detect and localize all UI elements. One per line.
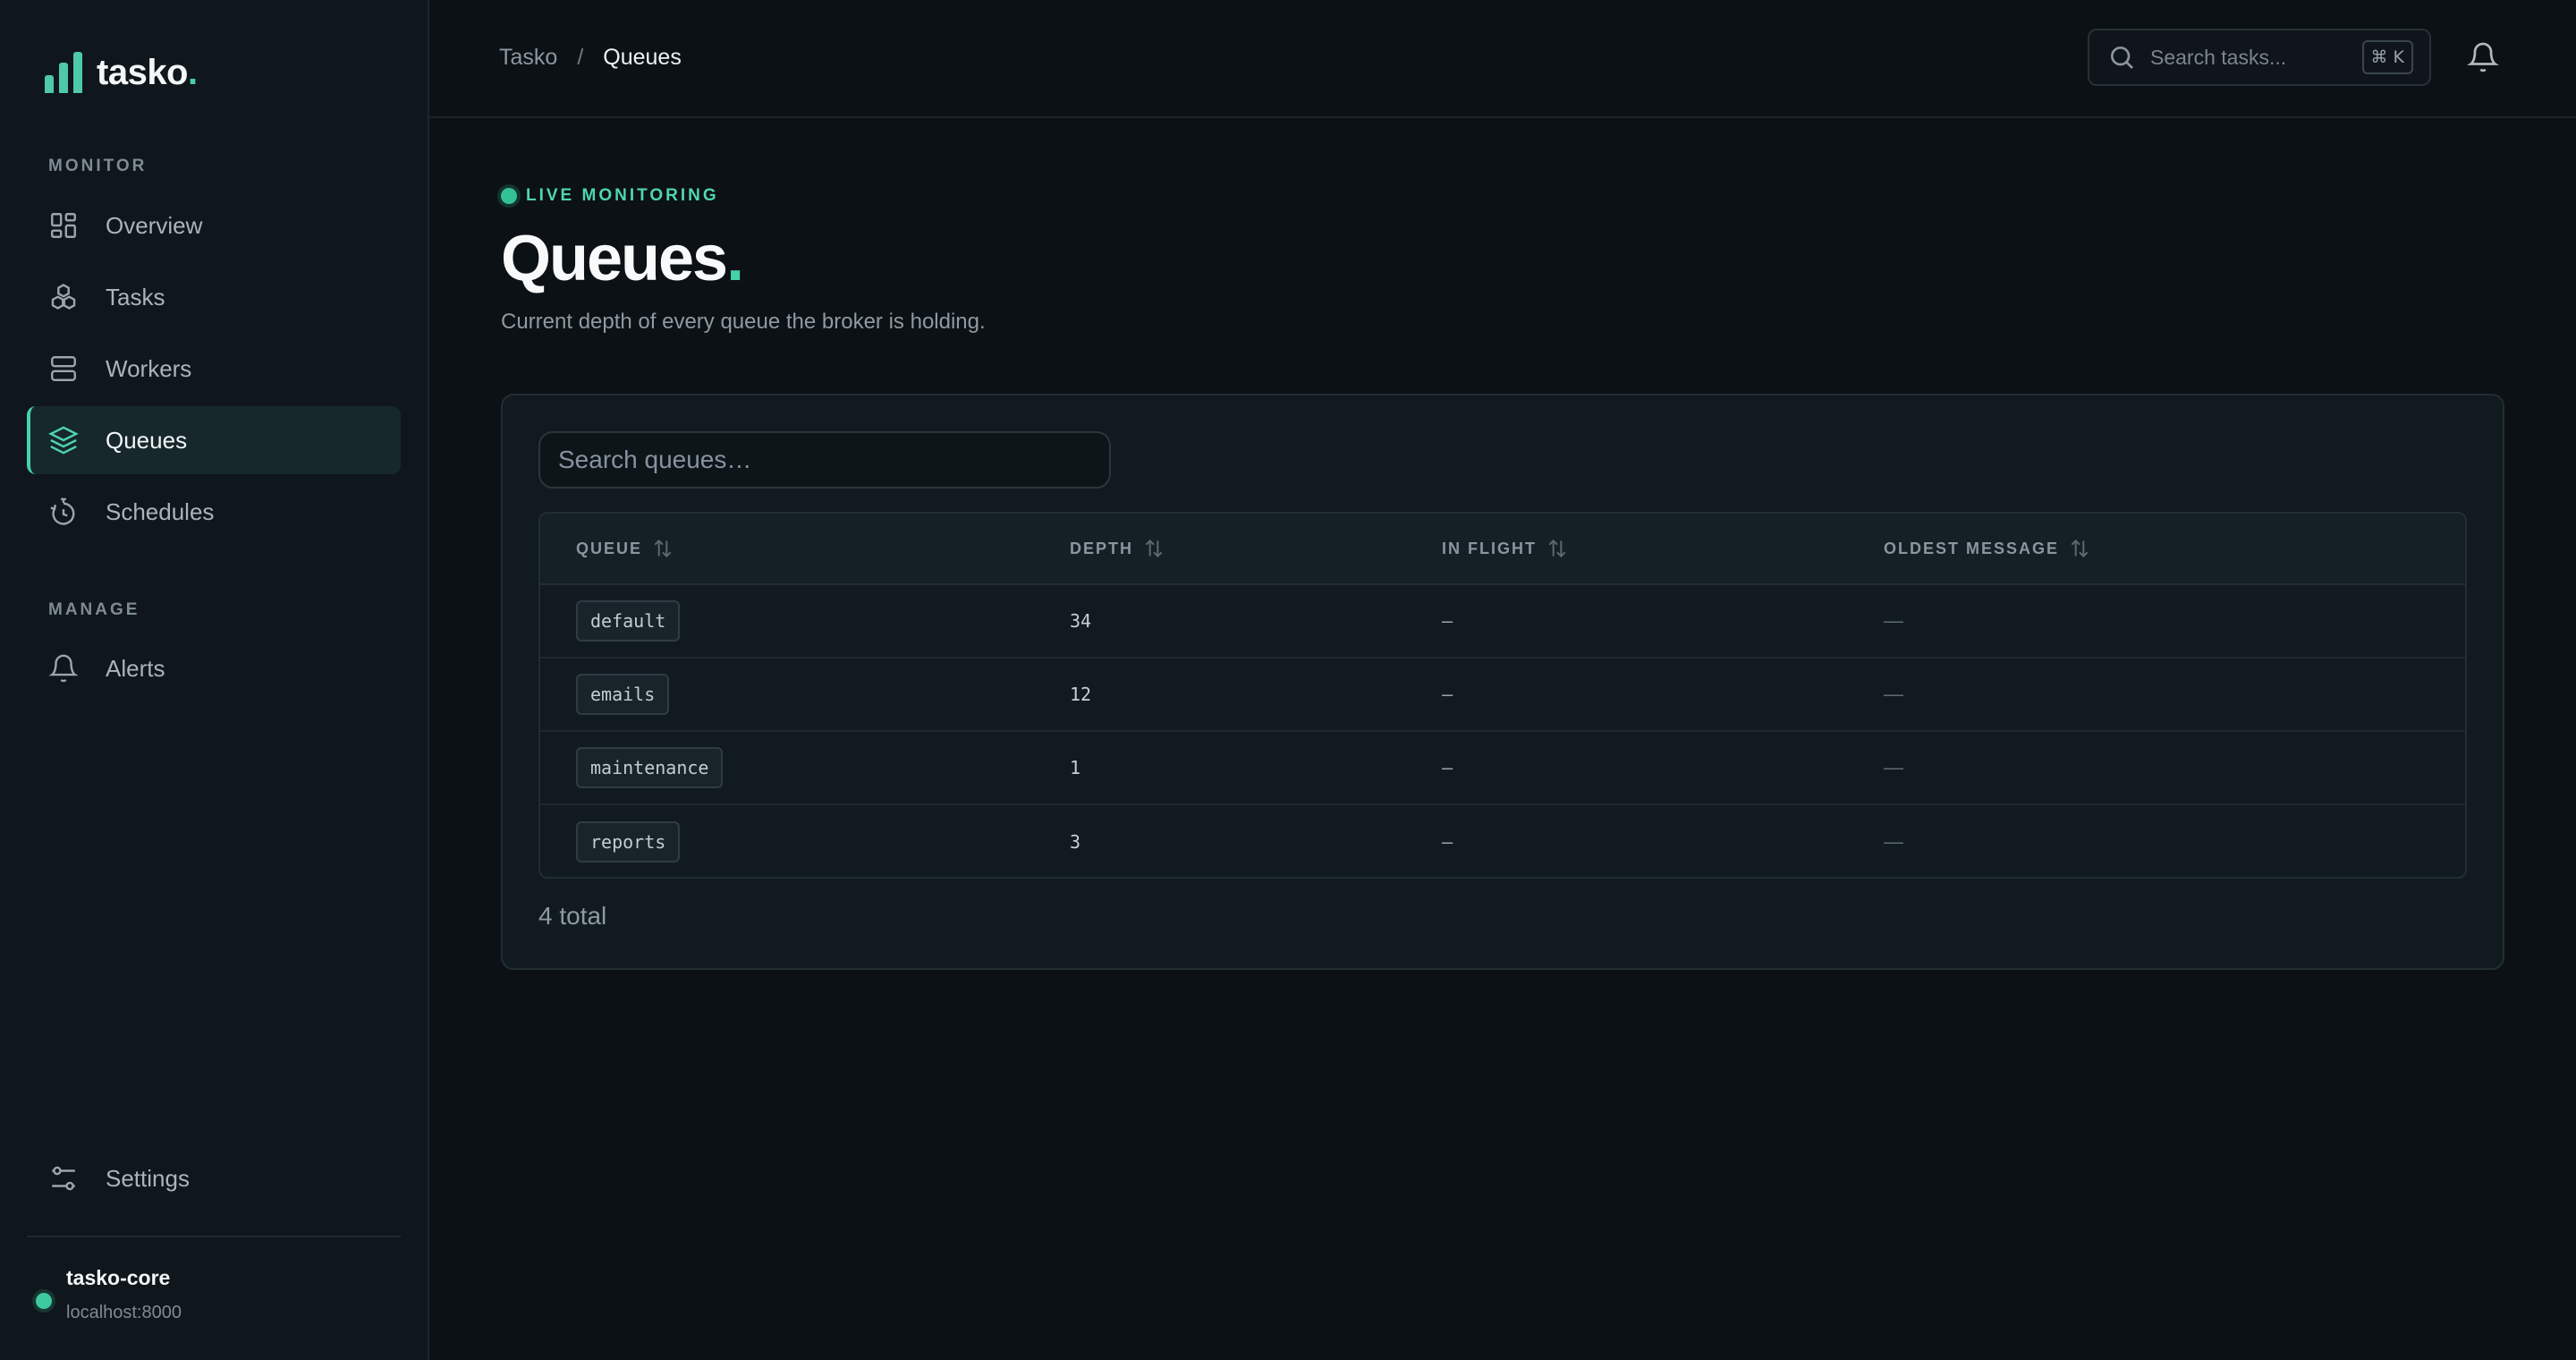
search-shortcut-badge: ⌘ K xyxy=(2361,40,2413,74)
queue-oldest-message: — xyxy=(1884,683,1903,705)
nav-section-manage: MANAGE xyxy=(48,600,140,619)
sidebar-item-queues[interactable]: Queues xyxy=(27,406,401,474)
logo-bars-icon xyxy=(45,52,82,93)
column-header-depth[interactable]: DEPTH xyxy=(1070,537,1165,560)
queue-oldest-message: — xyxy=(1884,756,1903,778)
queue-depth: 3 xyxy=(1070,831,1081,853)
server-host: localhost:8000 xyxy=(66,1303,182,1322)
sidebar-item-tasks[interactable]: Tasks xyxy=(27,263,401,331)
live-monitoring-indicator: LIVE MONITORING xyxy=(501,186,719,206)
column-label: QUEUE xyxy=(576,539,643,557)
nav-section-monitor: MONITOR xyxy=(48,157,148,175)
live-monitoring-label: LIVE MONITORING xyxy=(526,186,719,205)
sidebar-item-workers[interactable]: Workers xyxy=(27,335,401,403)
queue-search-input[interactable] xyxy=(538,431,1111,489)
queue-oldest-message: — xyxy=(1884,609,1903,632)
column-header-oldest-message[interactable]: OLDEST MESSAGE xyxy=(1884,537,2091,560)
sidebar-item-label: Queues xyxy=(106,426,188,454)
column-label: IN FLIGHT xyxy=(1442,539,1537,557)
breadcrumb-current: Queues xyxy=(603,45,682,70)
bell-icon xyxy=(2467,42,2499,72)
column-label: OLDEST MESSAGE xyxy=(1884,539,2060,557)
sidebar-item-label: Alerts xyxy=(106,654,165,682)
sort-icon xyxy=(654,539,672,558)
topbar: Tasko / Queues Search tasks... ⌘ K xyxy=(429,0,2576,118)
sidebar-item-label: Settings xyxy=(106,1164,190,1192)
sort-icon xyxy=(2071,539,2089,558)
sidebar-item-label: Overview xyxy=(106,211,203,239)
cubes-icon xyxy=(48,282,79,312)
server-status[interactable]: tasko-core localhost:8000 xyxy=(36,1266,182,1323)
queue-oldest-message: — xyxy=(1884,830,1903,853)
layers-icon xyxy=(48,425,79,455)
timer-icon xyxy=(48,497,79,527)
queues-card: QUEUE DEPTH IN FLIGHT OLDEST MESSAG xyxy=(501,394,2504,970)
queues-table: QUEUE DEPTH IN FLIGHT OLDEST MESSAGE def… xyxy=(538,512,2467,879)
queue-in-flight: – xyxy=(1442,830,1453,853)
column-header-queue[interactable]: QUEUE xyxy=(576,537,674,560)
sidebar-item-settings[interactable]: Settings xyxy=(27,1144,401,1212)
queue-name-tag[interactable]: emails xyxy=(576,674,670,715)
breadcrumb-root[interactable]: Tasko xyxy=(499,45,557,71)
breadcrumb-separator: / xyxy=(577,45,584,70)
table-row[interactable]: emails 12 – — xyxy=(540,659,2465,732)
main-area: Tasko / Queues Search tasks... ⌘ K LIVE … xyxy=(429,0,2576,1360)
queue-in-flight: – xyxy=(1442,756,1453,778)
brand-name: tasko. xyxy=(97,52,198,92)
queue-in-flight: – xyxy=(1442,609,1453,632)
notifications-button[interactable] xyxy=(2465,39,2501,75)
table-header: QUEUE DEPTH IN FLIGHT OLDEST MESSAGE xyxy=(540,514,2465,585)
brand-logo[interactable]: tasko. xyxy=(45,52,198,93)
page-subtitle: Current depth of every queue the broker … xyxy=(501,310,986,334)
sidebar: tasko. MONITOR Overview Tasks Workers Qu… xyxy=(0,0,429,1360)
table-row[interactable]: reports 3 – — xyxy=(540,805,2465,877)
queue-name-tag[interactable]: default xyxy=(576,600,681,642)
queue-depth: 34 xyxy=(1070,610,1092,632)
sort-icon xyxy=(1548,539,1566,558)
bell-icon xyxy=(48,653,79,684)
sidebar-item-alerts[interactable]: Alerts xyxy=(27,634,401,702)
total-count: 4 total xyxy=(538,902,607,930)
sort-icon xyxy=(1145,539,1163,558)
global-search[interactable]: Search tasks... ⌘ K xyxy=(2088,29,2431,86)
grid-icon xyxy=(48,210,79,241)
queue-depth: 12 xyxy=(1070,684,1092,705)
breadcrumb: Tasko / Queues xyxy=(499,45,682,71)
sidebar-item-overview[interactable]: Overview xyxy=(27,191,401,259)
queue-name-tag[interactable]: maintenance xyxy=(576,747,724,788)
table-row[interactable]: default 34 – — xyxy=(540,585,2465,659)
queue-in-flight: – xyxy=(1442,683,1453,705)
sidebar-item-label: Schedules xyxy=(106,497,215,525)
sidebar-item-label: Workers xyxy=(106,354,192,382)
page-title: Queues. xyxy=(501,223,744,294)
queue-name-tag[interactable]: reports xyxy=(576,821,681,863)
search-icon xyxy=(2111,47,2133,69)
queue-depth: 1 xyxy=(1070,757,1081,778)
sidebar-divider xyxy=(27,1236,401,1237)
server-name: tasko-core xyxy=(66,1266,171,1289)
column-label: DEPTH xyxy=(1070,539,1134,557)
sliders-icon xyxy=(48,1163,79,1194)
live-status-dot xyxy=(501,188,517,204)
sidebar-item-label: Tasks xyxy=(106,283,165,310)
global-search-placeholder: Search tasks... xyxy=(2150,45,2287,69)
server-icon xyxy=(48,353,79,384)
sidebar-item-schedules[interactable]: Schedules xyxy=(27,478,401,546)
column-header-in-flight[interactable]: IN FLIGHT xyxy=(1442,537,1569,560)
server-status-dot xyxy=(36,1293,52,1309)
table-row[interactable]: maintenance 1 – — xyxy=(540,732,2465,805)
app-root: tasko. MONITOR Overview Tasks Workers Qu… xyxy=(0,0,2576,1360)
